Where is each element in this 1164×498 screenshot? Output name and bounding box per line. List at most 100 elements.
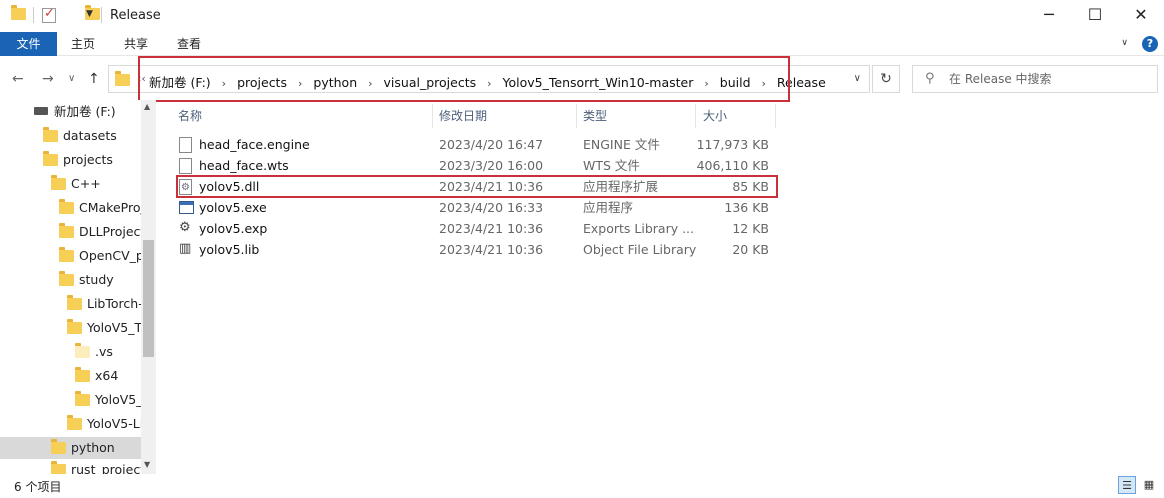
chevron-right-icon[interactable]: › xyxy=(704,77,708,90)
file-row[interactable]: yolov5.dll 2023/4/21 10:36 应用程序扩展 85 KB xyxy=(174,176,774,198)
properties-icon[interactable] xyxy=(42,6,56,23)
tree-item-yolov5-t[interactable]: YoloV5_T xyxy=(67,317,142,339)
column-divider[interactable] xyxy=(432,104,433,128)
tree-item-yolov5-li[interactable]: YoloV5-Li xyxy=(67,413,143,435)
tree-item-x64[interactable]: x64 xyxy=(75,365,118,387)
column-header-size[interactable]: 大小 xyxy=(703,104,727,128)
folder-icon xyxy=(11,5,26,20)
refresh-button[interactable]: ↻ xyxy=(872,65,900,93)
folder-icon xyxy=(75,343,90,358)
tree-item-study[interactable]: study xyxy=(59,269,114,291)
file-size: 406,110 KB xyxy=(696,158,769,173)
details-view-icon[interactable]: ☰ xyxy=(1118,476,1136,494)
file-type: 应用程序 xyxy=(583,200,634,215)
dll-icon xyxy=(179,177,192,198)
back-button[interactable]: ← xyxy=(12,71,24,87)
search-input[interactable] xyxy=(949,70,1149,88)
scroll-up-icon[interactable]: ▲ xyxy=(144,102,150,111)
tree-item-drive[interactable]: 新加卷 (F:) xyxy=(34,101,116,123)
breadcrumb-build[interactable]: build xyxy=(720,75,751,90)
item-count: 6 个项目 xyxy=(14,480,62,494)
file-type: WTS 文件 xyxy=(583,158,640,173)
minimize-button[interactable]: ─ xyxy=(1026,0,1072,32)
breadcrumb-yolov5-tensorrt[interactable]: Yolov5_Tensorrt_Win10-master xyxy=(503,75,694,90)
folder-icon xyxy=(51,439,66,454)
navigation-pane: 新加卷 (F:) datasets projects C++ CMakeProj… xyxy=(0,100,156,474)
file-row[interactable]: head_face.wts 2023/3/20 16:00 WTS 文件 406… xyxy=(174,155,774,176)
tree-item-vs[interactable]: .vs xyxy=(75,341,113,363)
tree-item-libtorch[interactable]: LibTorch- xyxy=(67,293,143,315)
recent-locations-chevron-icon[interactable]: ∨ xyxy=(68,73,75,84)
file-size: 20 KB xyxy=(732,242,769,257)
document-icon xyxy=(179,158,192,174)
help-icon[interactable]: ? xyxy=(1142,36,1158,52)
file-row[interactable]: yolov5.exe 2023/4/20 16:33 应用程序 136 KB xyxy=(174,197,774,218)
column-header-type[interactable]: 类型 xyxy=(583,104,607,128)
tab-share[interactable]: 共享 xyxy=(124,32,148,56)
tree-item-datasets[interactable]: datasets xyxy=(43,125,117,147)
tab-file[interactable]: 文件 xyxy=(0,32,57,56)
chevron-right-icon[interactable]: › xyxy=(487,77,491,90)
divider xyxy=(33,7,34,23)
ribbon-tabs: 文件 主页 共享 查看 ∨ ? xyxy=(0,32,1164,56)
column-header-name[interactable]: 名称 xyxy=(178,104,202,128)
exp-icon xyxy=(179,217,192,238)
expand-ribbon-icon[interactable]: ∨ xyxy=(1121,38,1128,48)
breadcrumb-drive[interactable]: 新加卷 (F:) xyxy=(149,72,211,91)
tab-home[interactable]: 主页 xyxy=(71,32,95,56)
drive-icon xyxy=(34,107,48,115)
column-divider[interactable] xyxy=(775,104,776,128)
chevron-left-icon[interactable]: ‹‹ xyxy=(137,72,146,85)
file-type: Exports Library ... xyxy=(583,221,695,236)
tree-item-python[interactable]: python xyxy=(0,437,141,459)
close-button[interactable]: ✕ xyxy=(1118,0,1164,32)
large-icons-view-icon[interactable]: ▦ xyxy=(1140,476,1158,494)
customize-toolbar-chevron-icon[interactable]: ▼ xyxy=(86,9,93,19)
chevron-right-icon[interactable]: › xyxy=(368,77,372,90)
tree-item-yolov5[interactable]: YoloV5_ xyxy=(75,389,143,411)
file-row[interactable]: head_face.engine 2023/4/20 16:47 ENGINE … xyxy=(174,134,774,155)
file-size: 85 KB xyxy=(732,179,769,194)
chevron-right-icon[interactable]: › xyxy=(298,77,302,90)
forward-button[interactable]: → xyxy=(42,71,54,87)
column-header-date[interactable]: 修改日期 xyxy=(439,104,487,128)
tree-item-cpp[interactable]: C++ xyxy=(51,173,101,195)
maximize-button[interactable]: ☐ xyxy=(1072,0,1118,32)
breadcrumb-release[interactable]: Release xyxy=(777,75,826,90)
breadcrumb-projects[interactable]: projects xyxy=(237,75,287,90)
title-bar: ▼ Release ─ ☐ ✕ xyxy=(0,0,1164,32)
tree-item-projects[interactable]: projects xyxy=(43,149,113,171)
window-title: Release xyxy=(110,8,161,23)
file-date: 2023/4/21 10:36 xyxy=(439,179,544,194)
folder-icon xyxy=(59,199,74,214)
breadcrumb-python[interactable]: python xyxy=(313,75,357,90)
file-row[interactable]: yolov5.exp 2023/4/21 10:36 Exports Libra… xyxy=(174,217,774,239)
address-history-chevron-icon[interactable]: ∨ xyxy=(854,73,861,84)
address-bar[interactable]: ‹‹ 新加卷 (F:) › projects › python › visual_proje… xyxy=(108,65,870,93)
folder-icon xyxy=(115,71,130,86)
file-row[interactable]: yolov5.lib 2023/4/21 10:36 Object File L… xyxy=(174,238,774,260)
search-box[interactable]: ⚲ xyxy=(912,65,1158,93)
chevron-right-icon[interactable]: › xyxy=(762,77,766,90)
folder-icon xyxy=(51,175,66,190)
chevron-right-icon[interactable]: › xyxy=(222,77,226,90)
exe-icon xyxy=(179,201,194,214)
file-size: 117,973 KB xyxy=(696,137,769,152)
scrollbar-thumb[interactable] xyxy=(143,240,154,357)
column-divider[interactable] xyxy=(695,104,696,128)
folder-icon xyxy=(75,391,90,406)
breadcrumb-visual-projects[interactable]: visual_projects xyxy=(384,75,477,90)
tree-item-rust-project[interactable]: rust_project xyxy=(51,459,145,474)
tree-item-opencv[interactable]: OpenCV_p xyxy=(59,245,144,267)
up-button[interactable]: ↑ xyxy=(88,71,100,87)
folder-icon xyxy=(43,151,58,166)
tree-item-dllproject[interactable]: DLLProject xyxy=(59,221,145,243)
tree-item-cmakeproj[interactable]: CMakeProj xyxy=(59,197,144,219)
navigation-scrollbar[interactable]: ▲ ▼ xyxy=(141,100,156,474)
tab-view[interactable]: 查看 xyxy=(177,32,201,56)
file-list: 名称 修改日期 类型 大小 head_face.engine 2023/4/20… xyxy=(164,100,1164,474)
file-name: yolov5.dll xyxy=(199,179,260,194)
scroll-down-icon[interactable]: ▼ xyxy=(144,460,150,469)
folder-icon xyxy=(75,367,90,382)
column-divider[interactable] xyxy=(576,104,577,128)
